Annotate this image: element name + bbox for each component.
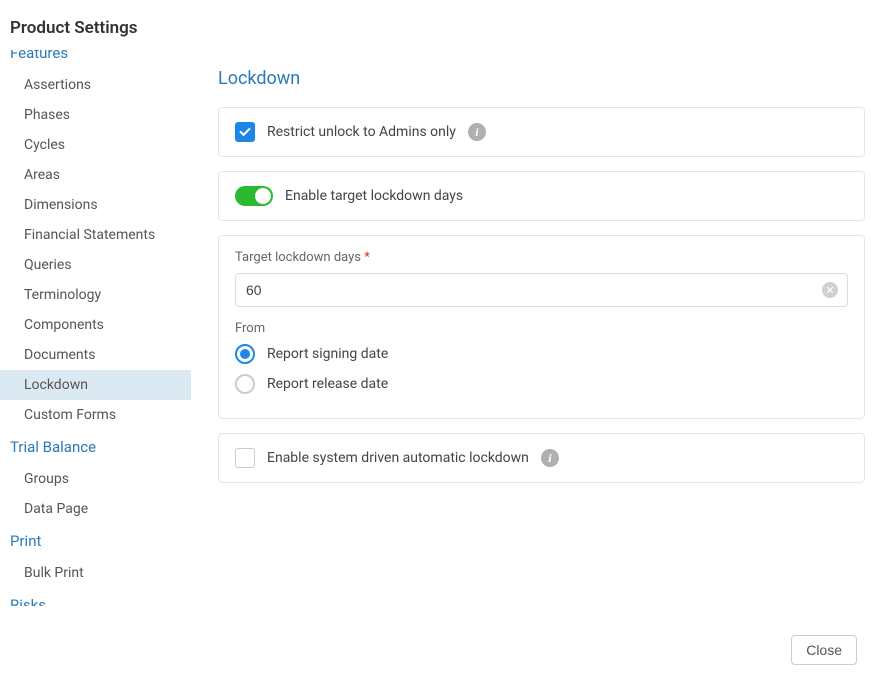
close-button[interactable]: Close: [791, 635, 857, 665]
sidebar-item[interactable]: Cycles: [0, 130, 191, 160]
info-icon[interactable]: i: [541, 449, 559, 467]
page-header-title: Product Settings: [10, 18, 138, 38]
section-header[interactable]: Risks: [0, 588, 191, 606]
sidebar[interactable]: FeaturesAssertionsPhasesCyclesAreasDimen…: [0, 50, 192, 621]
required-indicator: *: [364, 250, 370, 265]
enable-target-label: Enable target lockdown days: [285, 188, 463, 204]
sidebar-item[interactable]: Financial Statements: [0, 220, 191, 250]
section-header[interactable]: Features: [0, 50, 191, 70]
content-area: FeaturesAssertionsPhasesCyclesAreasDimen…: [0, 50, 875, 621]
target-days-input[interactable]: [235, 273, 848, 307]
toggle-knob: [255, 188, 271, 204]
radio-release-label: Report release date: [267, 376, 388, 392]
enable-target-card: Enable target lockdown days: [218, 171, 865, 221]
sidebar-item[interactable]: Areas: [0, 160, 191, 190]
sidebar-item[interactable]: Phases: [0, 100, 191, 130]
radio-report-release[interactable]: [235, 374, 255, 394]
sidebar-item[interactable]: Groups: [0, 464, 191, 494]
target-days-input-wrap: ✕: [235, 273, 848, 307]
clear-icon[interactable]: ✕: [822, 282, 838, 298]
target-days-card: Target lockdown days * ✕ From Report sig…: [218, 235, 865, 419]
auto-lockdown-label: Enable system driven automatic lockdown: [267, 450, 529, 466]
sidebar-item[interactable]: Lockdown: [0, 370, 191, 400]
sidebar-item[interactable]: Queries: [0, 250, 191, 280]
auto-lockdown-checkbox[interactable]: [235, 448, 255, 468]
main-panel: Lockdown Restrict unlock to Admins only …: [192, 50, 875, 621]
from-label: From: [235, 321, 848, 336]
sidebar-item[interactable]: Components: [0, 310, 191, 340]
radio-report-signing[interactable]: [235, 344, 255, 364]
sidebar-item[interactable]: Data Page: [0, 494, 191, 524]
sidebar-item[interactable]: Dimensions: [0, 190, 191, 220]
radio-signing-label: Report signing date: [267, 346, 388, 362]
main-title: Lockdown: [218, 68, 865, 89]
restrict-admins-checkbox[interactable]: [235, 122, 255, 142]
sidebar-item[interactable]: Assertions: [0, 70, 191, 100]
footer: Close: [0, 621, 875, 679]
sidebar-item[interactable]: Bulk Print: [0, 558, 191, 588]
radio-row-release: Report release date: [235, 374, 848, 394]
info-icon[interactable]: i: [468, 123, 486, 141]
radio-dot: [240, 349, 250, 359]
check-icon: [239, 125, 250, 136]
restrict-card: Restrict unlock to Admins only i: [218, 107, 865, 157]
section-header[interactable]: Print: [0, 524, 191, 558]
auto-lockdown-card: Enable system driven automatic lockdown …: [218, 433, 865, 483]
restrict-admins-label: Restrict unlock to Admins only: [267, 124, 456, 140]
sidebar-item[interactable]: Terminology: [0, 280, 191, 310]
section-header[interactable]: Trial Balance: [0, 430, 191, 464]
page-header: Product Settings: [0, 0, 875, 50]
radio-row-signing: Report signing date: [235, 344, 848, 364]
target-days-label: Target lockdown days *: [235, 250, 848, 265]
sidebar-item[interactable]: Documents: [0, 340, 191, 370]
sidebar-item[interactable]: Custom Forms: [0, 400, 191, 430]
enable-target-toggle[interactable]: [235, 186, 273, 206]
